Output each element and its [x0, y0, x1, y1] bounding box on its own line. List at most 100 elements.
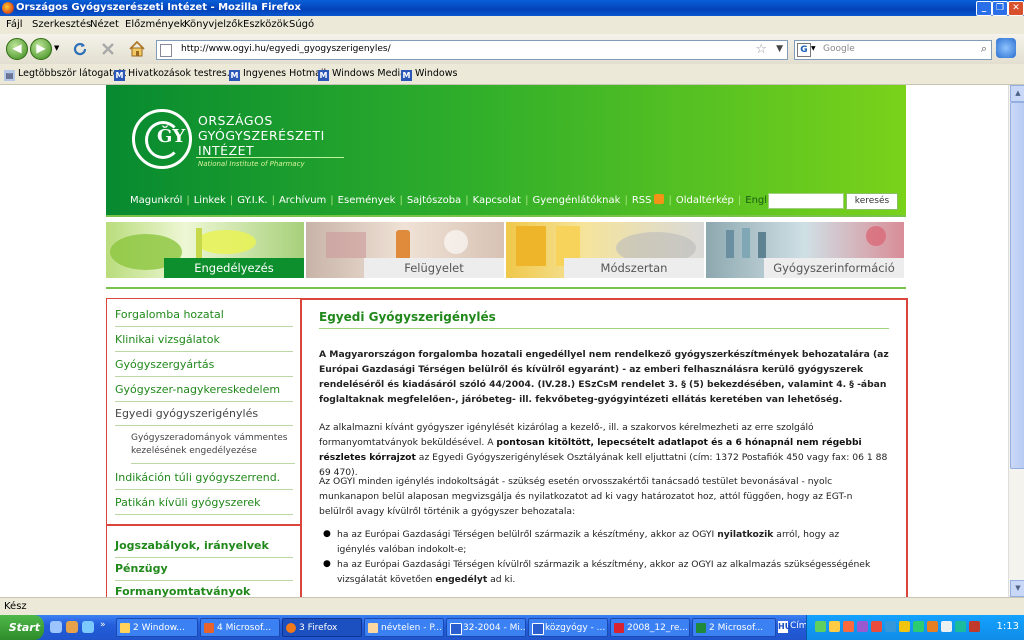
scroll-down-arrow[interactable]: ▼: [1010, 580, 1024, 597]
banner-methodology[interactable]: Módszertan: [506, 222, 704, 278]
history-dropdown-icon[interactable]: ▼: [54, 44, 59, 52]
task-windows-explorer[interactable]: 2 Window...: [116, 618, 198, 637]
menu-bookmarks[interactable]: Könyvjelzők: [184, 19, 243, 30]
nav-rss[interactable]: RSS: [632, 195, 652, 206]
tray-bluetooth-icon[interactable]: [885, 621, 896, 632]
task-firefox[interactable]: 3 Firefox: [282, 618, 362, 637]
nav-sitemap[interactable]: Oldaltérkép: [676, 195, 734, 206]
tray-app-icon[interactable]: [857, 621, 868, 632]
org-name-line1: ORSZÁGOS: [198, 113, 273, 128]
tray-display-icon[interactable]: [955, 621, 966, 632]
task-microsoft-office[interactable]: 4 Microsof...: [200, 618, 280, 637]
tray-power-icon[interactable]: [969, 621, 980, 632]
search-engine-dropdown-icon[interactable]: ▼: [811, 45, 816, 52]
taskbar: Start » 2 Window... 4 Microsof... 3 Fire…: [0, 615, 1024, 640]
sidebar-item-individual-request[interactable]: Egyedi gyógyszerigénylés: [115, 407, 293, 426]
tray-security-icon[interactable]: [829, 621, 840, 632]
tray-clipboard-icon[interactable]: [941, 621, 952, 632]
task-microsoft-excel[interactable]: 2 Microsof...: [692, 618, 776, 637]
menu-view[interactable]: Nézet: [90, 19, 119, 30]
close-button[interactable]: ✕: [1008, 1, 1024, 16]
top-navigation: Magunkról | Linkek | GY.I.K. | Archívum | Esemén…: [130, 194, 782, 206]
rss-icon[interactable]: [654, 194, 665, 204]
quicklaunch-outlook-icon[interactable]: [66, 621, 78, 633]
vertical-scrollbar[interactable]: ▲ ▼: [1008, 85, 1024, 597]
restore-button[interactable]: ❐: [992, 1, 1008, 16]
tray-messenger-icon[interactable]: [899, 621, 910, 632]
url-dropdown-icon[interactable]: ▼: [776, 44, 783, 54]
stop-icon[interactable]: [100, 41, 116, 57]
menu-history[interactable]: Előzmények: [125, 19, 186, 30]
search-icon[interactable]: ⌕: [981, 42, 987, 56]
tray-antivirus-icon[interactable]: [843, 621, 854, 632]
bookmark-most-visited[interactable]: ▤ Legtöbbször látogatott: [4, 68, 126, 81]
sidebar-item-otc-outside-pharmacy[interactable]: Patikán kívüli gyógyszerek: [115, 496, 293, 515]
bookmark-windows[interactable]: M Windows: [401, 68, 457, 81]
sidebar-item-finance[interactable]: Pénzügy: [115, 562, 293, 581]
bookmark-label: Hivatkozások testres...: [128, 68, 236, 79]
url-bar[interactable]: http://www.ogyi.hu/egyedi_gyogyszerigeny…: [156, 40, 788, 60]
banner-drug-information[interactable]: Gyógyszerinformáció: [706, 222, 904, 278]
page-icon: [160, 44, 172, 57]
nav-visually-impaired[interactable]: Gyengénlátóknak: [532, 195, 620, 206]
language-indicator-icon[interactable]: HU: [778, 621, 791, 633]
nav-links[interactable]: Linkek: [194, 195, 226, 206]
menu-tools[interactable]: Eszközök: [243, 19, 289, 30]
task-word-document-1[interactable]: 32-2004 - Mi...: [446, 618, 526, 637]
start-button[interactable]: Start: [0, 615, 44, 640]
sidebar-item-forms[interactable]: Formanyomtatványok: [115, 585, 293, 597]
ogyi-logo[interactable]: ǦY: [132, 109, 192, 169]
bookmark-windows-media[interactable]: M Windows Media: [318, 68, 406, 81]
nav-events[interactable]: Események: [338, 195, 396, 206]
menu-edit[interactable]: Szerkesztés: [32, 19, 91, 30]
back-button[interactable]: ◀: [6, 38, 28, 60]
task-word-document-2[interactable]: közgyógy - ...: [528, 618, 608, 637]
site-search-button[interactable]: keresés: [846, 193, 898, 210]
nav-archive[interactable]: Archívum: [279, 195, 326, 206]
sidebar-item-legislation[interactable]: Jogszabályok, irányelvek: [115, 539, 293, 558]
tray-update-icon[interactable]: [913, 621, 924, 632]
task-paint[interactable]: névtelen - P...: [364, 618, 444, 637]
banner-supervision[interactable]: Felügyelet: [306, 222, 504, 278]
tray-network-icon[interactable]: [815, 621, 826, 632]
tray-ati-icon[interactable]: [871, 621, 882, 632]
bookmark-hotmail[interactable]: M Ingyenes Hotmail: [229, 68, 326, 81]
menu-file[interactable]: Fájl: [6, 19, 23, 30]
sidebar-item-clinical-trials[interactable]: Klinikai vizsgálatok: [115, 333, 293, 352]
sidebar-item-wholesale[interactable]: Gyógyszer-nagykereskedelem: [115, 383, 293, 402]
minimize-button[interactable]: _: [976, 1, 992, 16]
banner-licensing[interactable]: Engedélyezés: [106, 222, 304, 278]
nav-faq[interactable]: GY.I.K.: [237, 195, 267, 206]
search-box[interactable]: G ▼ Google ⌕: [794, 40, 992, 60]
sidebar-item-marketing-authorization[interactable]: Forgalomba hozatal: [115, 308, 293, 327]
sidebar-item-manufacturing[interactable]: Gyógyszergyártás: [115, 358, 293, 377]
page-viewport: ǦY ORSZÁGOS GYÓGYSZERÉSZETI INTÉZET Nati…: [0, 85, 1008, 597]
address-toolbar-label[interactable]: Cím: [790, 621, 808, 631]
quicklaunch-ie-icon[interactable]: [50, 621, 62, 633]
quicklaunch-more-icon[interactable]: »: [100, 620, 106, 630]
scroll-thumb[interactable]: [1010, 102, 1024, 469]
tray-volume-icon[interactable]: [927, 621, 938, 632]
pdf-icon: [614, 623, 624, 633]
home-icon[interactable]: [128, 40, 146, 57]
task-pdf[interactable]: 2008_12_re...: [610, 618, 690, 637]
nav-contact[interactable]: Kapcsolat: [473, 195, 522, 206]
nav-about[interactable]: Magunkról: [130, 195, 182, 206]
nav-press[interactable]: Sajtószoba: [407, 195, 461, 206]
sidebar-subitem-donations[interactable]: Gyógyszeradományok vámmentes kezelésének…: [131, 432, 295, 464]
forward-button[interactable]: ▶: [30, 38, 52, 60]
clock[interactable]: 1:13: [997, 621, 1019, 632]
bookmark-folder-icon: ▤: [4, 70, 15, 81]
org-name-english: National Institute of Pharmacy: [198, 160, 305, 168]
site-search-input[interactable]: [768, 193, 844, 209]
menu-help[interactable]: Súgó: [289, 19, 314, 30]
firefox-icon: [2, 2, 14, 14]
sidebar-item-off-label[interactable]: Indikáción túli gyógyszerrend.: [115, 471, 293, 490]
quicklaunch-desktop-icon[interactable]: [82, 621, 94, 633]
reload-icon[interactable]: [72, 41, 88, 57]
search-engine-icon[interactable]: G: [797, 43, 811, 57]
bookmark-star-icon[interactable]: ☆: [755, 42, 767, 57]
scroll-up-arrow[interactable]: ▲: [1010, 85, 1024, 102]
bookmark-customize-links[interactable]: M Hivatkozások testres...: [114, 68, 236, 81]
word-icon: [450, 623, 462, 635]
